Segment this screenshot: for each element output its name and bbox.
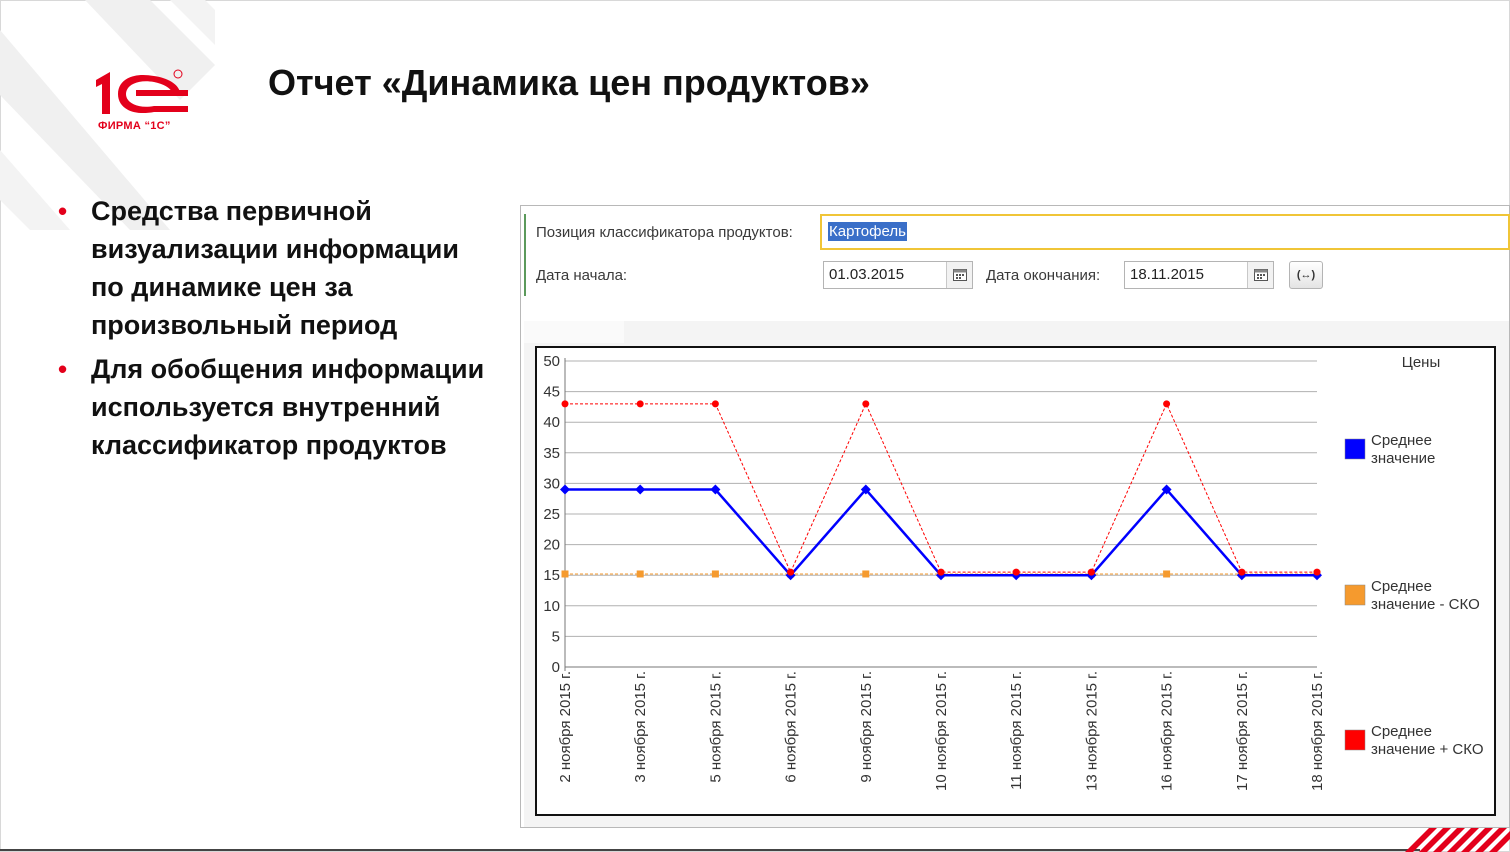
legend-swatch: [1344, 438, 1366, 460]
y-tick-label: 25: [543, 506, 560, 523]
price-chart: 051015202530354045502 ноября 2015 г. 3 но…: [543, 353, 1484, 791]
bullet-item: • Средства первичной визуализации информа…: [58, 192, 498, 344]
y-tick-label: 30: [543, 475, 560, 492]
calendar-icon[interactable]: [946, 262, 972, 288]
chart-panel: 0 5 10 15 20 25 30 35 40 45 50 2 ноября 2015 г. 3 но…: [524, 321, 1509, 827]
data-point: [711, 570, 719, 578]
period-selector-button[interactable]: (↔): [1289, 261, 1323, 289]
bullet-text: Для обобщения информации используется вн…: [91, 354, 485, 460]
data-point: [561, 400, 569, 408]
data-point: [636, 400, 644, 408]
legend-label: Среднее: [1371, 432, 1432, 449]
y-tick-label: 15: [543, 567, 560, 584]
x-tick-label: 9 ноября 2015 г.: [858, 671, 875, 783]
x-tick-label: 3 ноября 2015 г.: [632, 671, 649, 783]
end-date-input[interactable]: 18.11.2015: [1124, 261, 1274, 289]
data-point: [937, 568, 945, 576]
y-tick-label: 40: [543, 414, 560, 431]
x-tick-label: 2 ноября 2015 г.: [557, 671, 574, 783]
data-point: [636, 570, 644, 578]
x-tick-label: 16 ноября 2015 г.: [1159, 671, 1176, 791]
bullet-text: Средства первичной визуализации информац…: [91, 196, 459, 340]
end-date-value: 18.11.2015: [1130, 266, 1204, 283]
legend-title: Цены: [1402, 354, 1441, 371]
end-date-label: Дата окончания:: [986, 267, 1101, 284]
series-line: [565, 402, 1317, 574]
bullet-dot-icon: •: [58, 354, 68, 384]
start-date-input[interactable]: 01.03.2015: [823, 261, 973, 289]
y-tick-label: 20: [543, 537, 560, 554]
legend-label: Среднее: [1371, 578, 1432, 595]
x-tick-label: 11 ноября 2015 г.: [1008, 671, 1025, 790]
y-tick-label: 10: [543, 598, 560, 615]
legend-label: Среднее: [1371, 723, 1432, 740]
x-tick-label: 6 ноября 2015 г.: [783, 671, 800, 783]
bullet-dot-icon: •: [58, 196, 68, 226]
legend-swatch: [1344, 584, 1366, 606]
data-point: [1163, 400, 1171, 408]
data-point: [711, 400, 719, 408]
chart-panel-tab: [524, 321, 624, 343]
data-point: [1163, 570, 1171, 578]
legend-label: значение: [1371, 450, 1435, 467]
logo-caption: ФИРМА “1С”: [98, 120, 171, 132]
x-tick-label: 13 ноября 2015 г.: [1083, 671, 1100, 791]
legend-label: значение - СКО: [1371, 596, 1480, 613]
start-date-label: Дата начала:: [536, 267, 628, 284]
y-tick-label: 5: [552, 628, 560, 645]
period-selector-icon: (↔): [1296, 269, 1316, 281]
x-tick-label: 10 ноября 2015 г.: [933, 671, 950, 791]
bottom-divider: [0, 849, 1420, 851]
data-point: [561, 570, 569, 578]
y-tick-label: 50: [543, 353, 560, 370]
start-date-value: 01.03.2015: [829, 266, 905, 283]
bullet-list: • Средства первичной визуализации информа…: [58, 192, 498, 470]
classifier-input[interactable]: Картофель: [820, 214, 1510, 250]
legend-swatch: [1344, 729, 1366, 751]
calendar-icon[interactable]: [1247, 262, 1273, 288]
data-point: [1313, 568, 1321, 576]
classifier-value: Картофель: [828, 222, 907, 241]
chart-frame: 0 5 10 15 20 25 30 35 40 45 50 2 ноября 2015 г. 3 но…: [535, 346, 1496, 816]
y-tick-label: 45: [543, 384, 560, 401]
series-line: [565, 487, 1317, 578]
data-point: [1087, 568, 1095, 576]
x-tick-label: 17 ноября 2015 г.: [1234, 671, 1251, 791]
data-point: [862, 570, 870, 578]
form-group-marker: [524, 214, 526, 296]
x-tick-label: 5 ноября 2015 г.: [707, 671, 724, 783]
data-point: [1012, 568, 1020, 576]
bullet-item: • Для обобщения информации используется в…: [58, 350, 498, 464]
report-window: Позиция классификатора продуктов: Картоф…: [520, 205, 1510, 828]
data-point: [787, 568, 795, 576]
classifier-label: Позиция классификатора продуктов:: [536, 224, 793, 241]
y-tick-label: 35: [543, 445, 560, 462]
x-tick-label: 18 ноября 2015 г.: [1309, 671, 1326, 791]
data-point: [635, 484, 646, 495]
data-point: [862, 400, 870, 408]
data-point: [1238, 568, 1246, 576]
legend-label: значение + СКО: [1371, 741, 1484, 758]
data-point: [560, 484, 570, 495]
slide-title: Отчет «Динамика цен продуктов»: [268, 62, 870, 103]
